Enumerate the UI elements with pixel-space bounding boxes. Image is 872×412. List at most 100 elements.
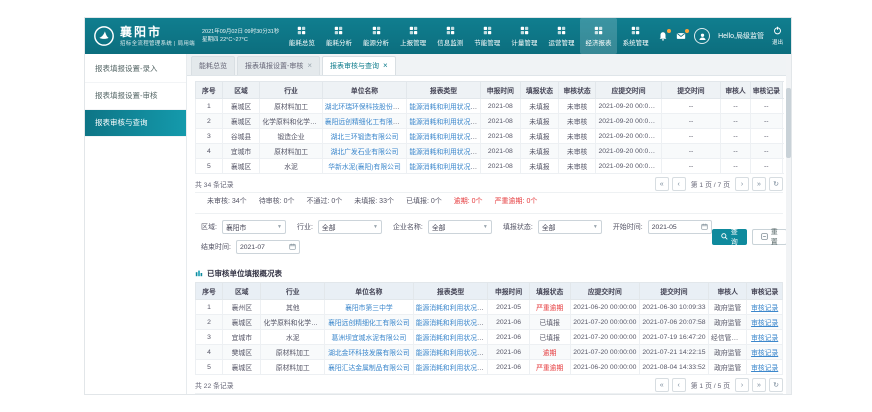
notification-badge <box>667 29 671 33</box>
text-link[interactable]: 能源消耗和利用状况报告表... <box>409 164 480 171</box>
column-header: 单位名称 <box>325 283 414 300</box>
cell: -- <box>661 114 721 129</box>
nav-icon <box>297 26 306 35</box>
record-count: 共 22 条记录 <box>195 380 234 390</box>
logout-button[interactable]: 退出 <box>772 26 783 46</box>
industry-value: 全部 <box>322 222 336 232</box>
nav-icon <box>631 26 640 35</box>
cell: 2021-07-20 00:00:00 <box>570 345 639 360</box>
text-link[interactable]: 襄阳远创精细化工有限公司 <box>328 320 410 327</box>
last-page-button[interactable]: » <box>752 177 766 191</box>
next-page-button[interactable]: › <box>735 177 749 191</box>
action-link[interactable]: 审核记录 <box>751 305 778 312</box>
text-link[interactable]: 能源消耗和利用状况报告表... <box>409 149 480 156</box>
tab-3[interactable]: 报表审核与查询× <box>322 56 396 75</box>
start-date-input[interactable]: 2021-05 <box>648 220 712 234</box>
sidebar-item-2[interactable]: 报表填报设置-审核 <box>85 83 186 110</box>
cell: -- <box>750 159 782 174</box>
cell: 原材料加工 <box>261 345 325 360</box>
industry-select[interactable]: 全部 ▼ <box>318 220 382 234</box>
text-link[interactable]: 能源消耗和利用状况报告表... <box>416 305 488 312</box>
text-link[interactable]: 能源消耗和利用状况报告表... <box>416 335 488 342</box>
tab-1[interactable]: 能耗总览 <box>191 56 235 75</box>
nav-item-3[interactable]: 能源分析 <box>358 18 395 54</box>
summary-label: 逾期: <box>454 198 472 205</box>
nav-item-6[interactable]: 节能管理 <box>469 18 506 54</box>
end-date-input[interactable]: 2021-07 <box>236 240 300 254</box>
cell: -- <box>661 99 721 114</box>
company-select[interactable]: 全部 ▼ <box>428 220 492 234</box>
scrollbar-thumb[interactable] <box>786 88 791 158</box>
filter-row-1: 区域: 襄阳市 ▼ 行业: 全部 ▼ 企业名称: <box>195 220 712 234</box>
text-link[interactable]: 襄阳市第三中学 <box>345 305 393 312</box>
status-select[interactable]: 全部 ▼ <box>538 220 602 234</box>
sidebar-item-1[interactable]: 报表填报设置-录入 <box>85 56 186 83</box>
next-page-button[interactable]: › <box>735 378 749 392</box>
text-link[interactable]: 襄阳远创精细化工有限公司 <box>325 119 407 126</box>
first-page-button[interactable]: « <box>655 378 669 392</box>
column-header: 序号 <box>196 82 223 99</box>
text-link[interactable]: 能源消耗和利用状况报告表... <box>409 104 480 111</box>
cell: 2021-06 <box>488 330 529 345</box>
last-page-button[interactable]: » <box>752 378 766 392</box>
bell-icon[interactable] <box>658 31 668 41</box>
first-page-button[interactable]: « <box>655 177 669 191</box>
nav-item-10[interactable]: 系统管理 <box>617 18 654 54</box>
sidebar-item-3[interactable]: 报表审核与查询 <box>85 110 186 137</box>
column-header: 应提交时间 <box>596 82 661 99</box>
close-icon[interactable]: × <box>383 62 388 70</box>
tab-2[interactable]: 报表填报设置-审核× <box>237 56 320 75</box>
nav-item-5[interactable]: 信息监测 <box>432 18 469 54</box>
reset-button[interactable]: 重置 <box>752 229 787 245</box>
text-link[interactable]: 葛洲坝宜城水泥有限公司 <box>332 335 407 342</box>
company-label: 企业名称: <box>393 222 423 232</box>
text-link[interactable]: 能源消耗和利用状况报告表... <box>409 119 480 126</box>
message-badge <box>685 29 689 33</box>
cell: -- <box>721 144 750 159</box>
text-link[interactable]: 襄阳汇达金属制品有限公司 <box>328 365 410 372</box>
action-link[interactable]: 审核记录 <box>751 335 778 342</box>
cell: 2021-07-21 14:22:15 <box>639 345 708 360</box>
cell: 能源消耗和利用状况报告表... <box>413 330 488 345</box>
text-link[interactable]: 能源消耗和利用状况报告表... <box>416 350 488 357</box>
cell: 1 <box>196 300 223 315</box>
column-header: 提交时间 <box>661 82 721 99</box>
nav-item-9[interactable]: 经济报表 <box>580 18 617 54</box>
text-link[interactable]: 能源消耗和利用状况报告表... <box>416 320 488 327</box>
refresh-icon[interactable]: ↻ <box>769 378 783 392</box>
text-link[interactable]: 能源消耗和利用状况报告表... <box>409 134 480 141</box>
reviewed-table: 序号区域行业单位名称报表类型申报时间填报状态应提交时间提交时间审核人审核记录操作… <box>195 282 783 375</box>
text-link[interactable]: 湖北三环锻造有限公司 <box>331 134 399 141</box>
text-link[interactable]: 湖北广发石业有限公司 <box>331 149 399 156</box>
action-link[interactable]: 审核记录 <box>751 320 778 327</box>
nav-item-2[interactable]: 能耗分析 <box>320 18 357 54</box>
cell: 能源消耗和利用状况报告表... <box>413 345 488 360</box>
nav-item-8[interactable]: 运营管理 <box>543 18 580 54</box>
action-link[interactable]: 审核记录 <box>751 365 778 372</box>
nav-icon <box>372 26 381 35</box>
nav-item-4[interactable]: 上报管理 <box>395 18 432 54</box>
nav-item-1[interactable]: 能耗总览 <box>283 18 320 54</box>
text-link[interactable]: 湖北环瑞环保科技股份有... <box>325 104 405 111</box>
text-link[interactable]: 能源消耗和利用状况报告表... <box>416 365 488 372</box>
prev-page-button[interactable]: ‹ <box>672 177 686 191</box>
column-header: 行业 <box>260 82 322 99</box>
nav-item-label: 经济报表 <box>586 37 612 47</box>
nav-item-label: 系统管理 <box>623 37 649 47</box>
user-avatar[interactable] <box>694 28 710 44</box>
nav-item-7[interactable]: 计量管理 <box>506 18 543 54</box>
cell: 2021-08 <box>480 144 520 159</box>
cell: 襄阳远创精细化工有限公司 <box>322 114 406 129</box>
action-link[interactable]: 审核记录 <box>751 350 778 357</box>
close-icon[interactable]: × <box>307 62 312 70</box>
refresh-icon[interactable]: ↻ <box>769 177 783 191</box>
text-link[interactable]: 华新水泥(襄阳)有限公司 <box>328 164 401 171</box>
search-button[interactable]: 查询 <box>712 229 747 245</box>
text-link[interactable]: 湖北金环科技发展有限公司 <box>328 350 410 357</box>
column-header: 提交时间 <box>639 283 708 300</box>
region-select[interactable]: 襄阳市 ▼ <box>222 220 286 234</box>
cell: 水泥 <box>261 330 325 345</box>
table-row: 4樊城区原材料加工湖北金环科技发展有限公司能源消耗和利用状况报告表...2021… <box>196 345 783 360</box>
message-icon[interactable] <box>676 31 686 41</box>
prev-page-button[interactable]: ‹ <box>672 378 686 392</box>
